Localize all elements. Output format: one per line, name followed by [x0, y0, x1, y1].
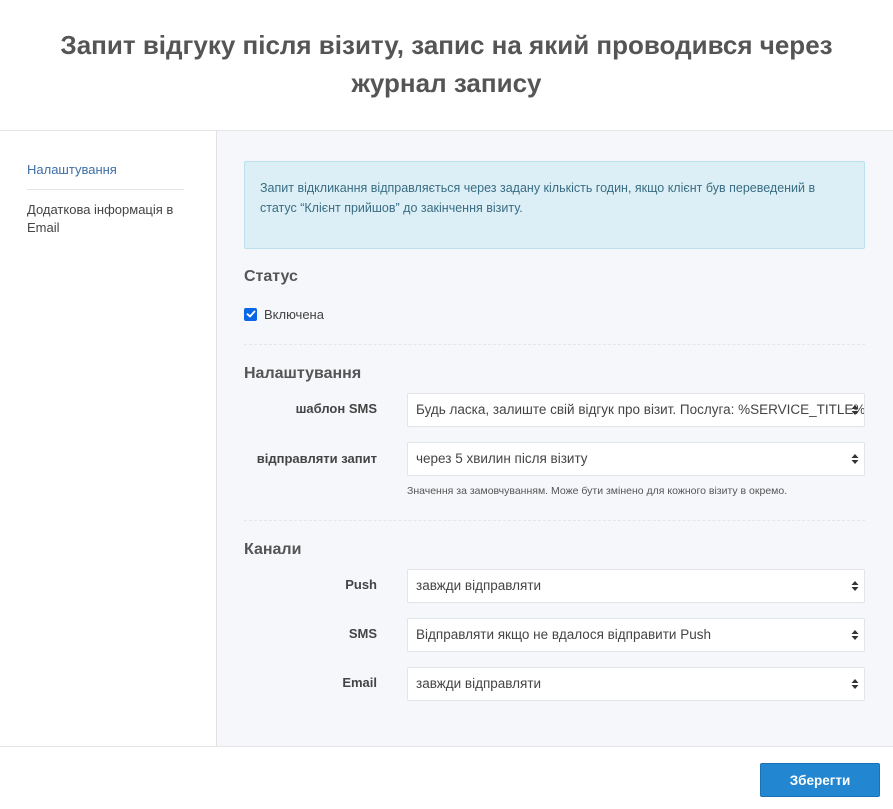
select-arrows-icon [851, 679, 859, 689]
select-arrows-icon [851, 630, 859, 640]
send-request-label: відправляти запит [256, 451, 377, 466]
push-channel-value: завжди відправляти [416, 578, 542, 593]
dialog-header: Запит відгуку після візиту, запис на яки… [0, 0, 893, 131]
main-content: Запит відкликання відправляється через з… [217, 131, 893, 746]
settings-heading: Налаштування [244, 365, 362, 382]
sms-channel-select[interactable]: Відправляти якщо не вдалося відправити P… [407, 618, 865, 652]
status-enabled-checkbox[interactable] [244, 307, 257, 321]
send-request-value: через 5 хвилин після візиту [416, 451, 588, 466]
dialog-footer: Зберегти [0, 746, 893, 809]
sidebar-item-settings[interactable]: Налаштування [27, 161, 184, 179]
section-divider [244, 344, 865, 345]
status-heading: Статус [244, 268, 298, 285]
sidebar: Налаштування Додаткова інформація в Emai… [0, 131, 217, 746]
select-arrows-icon [851, 454, 859, 464]
status-enabled-row[interactable]: Включена [244, 305, 324, 323]
push-label: Push [345, 577, 377, 592]
section-divider [244, 520, 865, 521]
page-title: Запит відгуку після візиту, запис на яки… [60, 30, 833, 98]
sms-channel-value: Відправляти якщо не вдалося відправити P… [416, 627, 711, 642]
select-arrows-icon [851, 581, 859, 591]
email-label: Email [342, 675, 377, 690]
info-alert: Запит відкликання відправляється через з… [244, 161, 865, 249]
sms-template-select[interactable]: Будь ласка, залиште свій відгук про візи… [407, 393, 865, 427]
checkmark-icon [246, 310, 255, 318]
channels-heading: Канали [244, 541, 302, 558]
sms-template-value: Будь ласка, залиште свій відгук про візи… [416, 402, 865, 417]
sidebar-divider [27, 189, 184, 190]
save-button[interactable]: Зберегти [760, 763, 880, 797]
sms-label: SMS [348, 626, 377, 641]
push-channel-select[interactable]: завжди відправляти [407, 569, 865, 603]
select-arrows-icon [851, 405, 859, 415]
send-request-select[interactable]: через 5 хвилин після візиту [407, 442, 865, 476]
send-request-hint: Значення за замовчуванням. Може бути змі… [407, 485, 788, 497]
sidebar-item-email-info[interactable]: Додаткова інформація в Email [27, 201, 184, 237]
email-channel-value: завжди відправляти [416, 676, 542, 691]
sms-template-label: шаблон SMS [295, 401, 377, 416]
email-channel-select[interactable]: завжди відправляти [407, 667, 865, 701]
status-enabled-label: Включена [264, 306, 324, 322]
